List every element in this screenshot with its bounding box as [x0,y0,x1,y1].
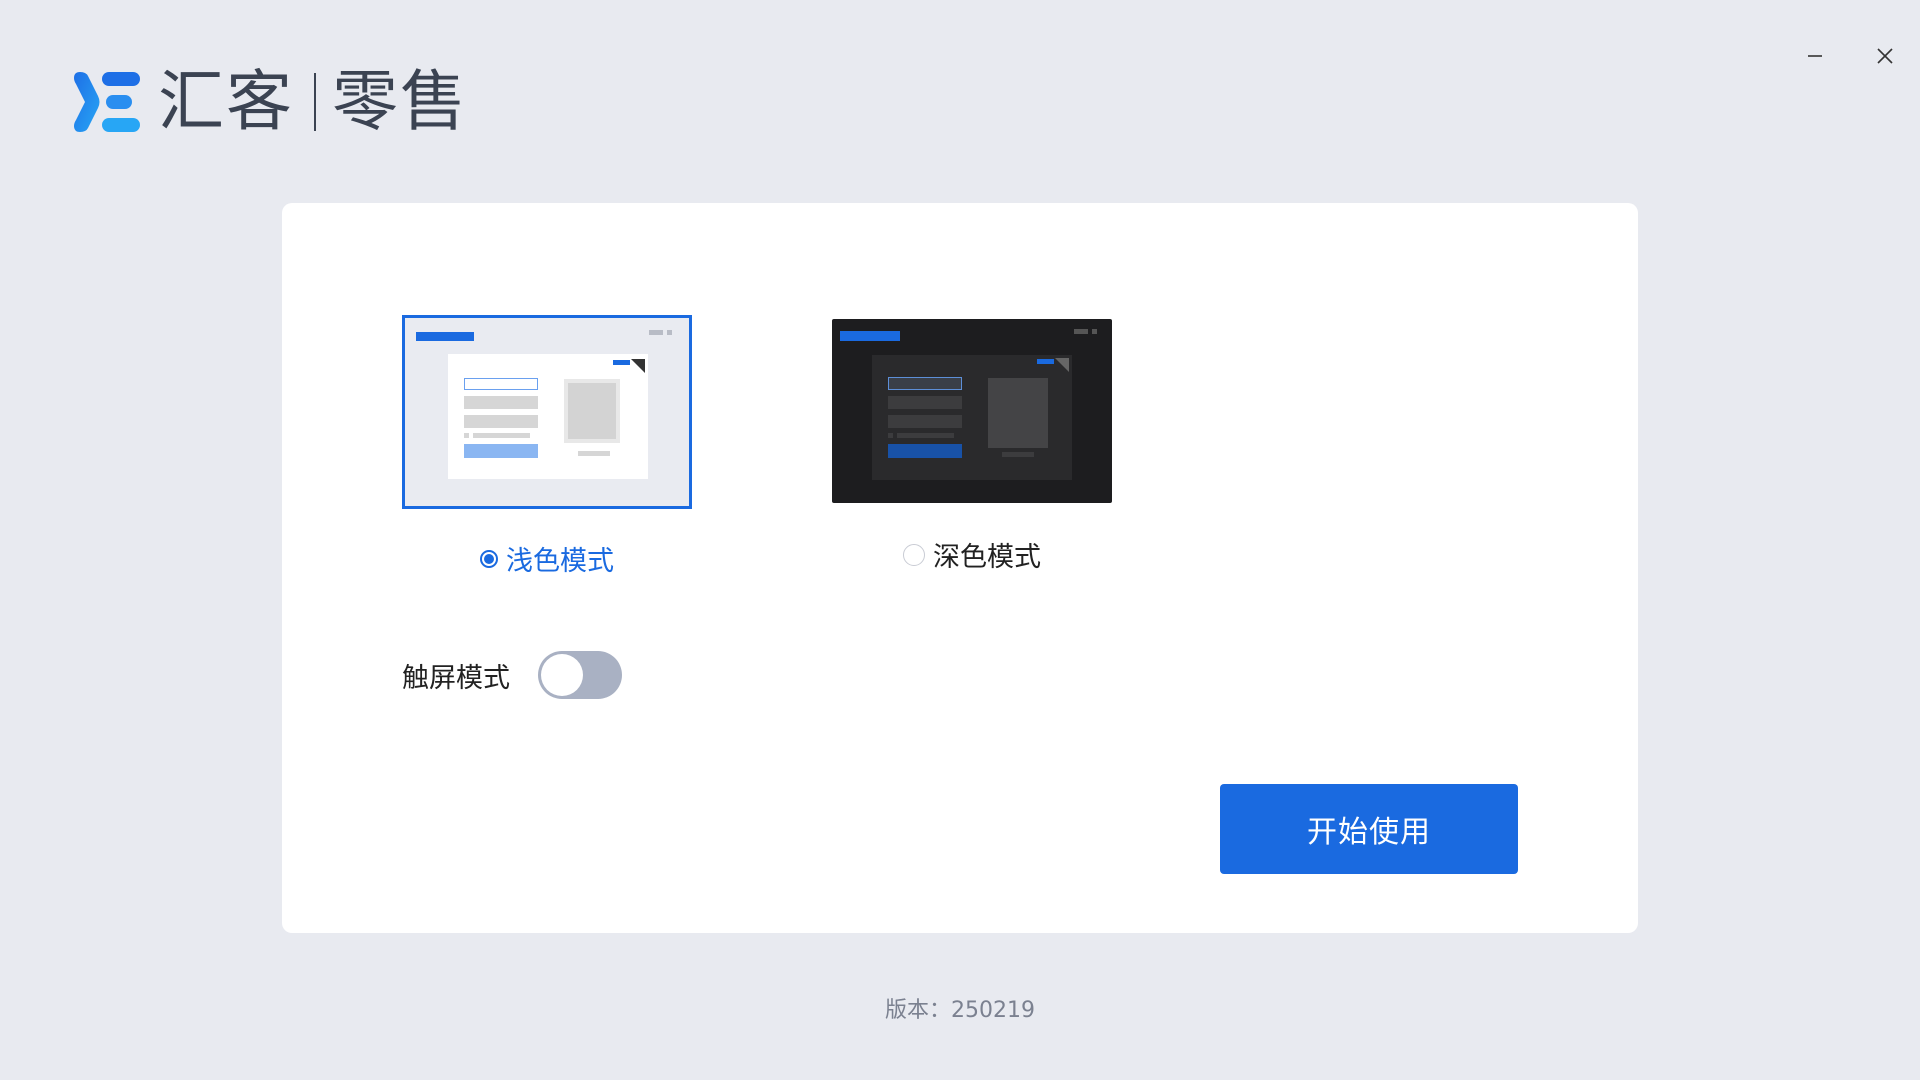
theme-dark-label[interactable]: 深色模式 [903,535,1041,574]
close-icon [1877,48,1893,64]
minimize-icon [1808,55,1822,57]
minimize-button[interactable] [1797,38,1833,74]
logo-divider [314,73,316,131]
theme-light-radio[interactable] [480,549,498,568]
theme-option-dark[interactable]: 深色模式 [832,319,1112,574]
touch-mode-row: 触屏模式 [402,651,622,699]
theme-option-light[interactable]: 浅色模式 [402,315,692,578]
start-button[interactable]: 开始使用 [1220,784,1518,874]
theme-dark-radio[interactable] [903,543,925,566]
theme-light-label[interactable]: 浅色模式 [480,539,614,578]
product-name: 零售 [332,63,468,140]
theme-dark-text: 深色模式 [933,542,1041,573]
settings-card: 浅色模式 深色模式 触屏模式 开始使用 [282,203,1638,933]
version-label: 版本：250219 [885,998,1035,1023]
close-button[interactable] [1867,38,1903,74]
touch-mode-label: 触屏模式 [402,662,510,694]
touch-mode-toggle[interactable] [538,651,622,699]
toggle-knob [541,654,583,696]
dark-theme-preview[interactable] [832,319,1112,503]
logo-mark-icon [74,72,140,132]
light-theme-preview[interactable] [402,315,692,509]
theme-light-text: 浅色模式 [506,546,614,577]
brand-name: 汇客 [158,63,294,140]
app-logo: 汇客 零售 [68,62,468,142]
